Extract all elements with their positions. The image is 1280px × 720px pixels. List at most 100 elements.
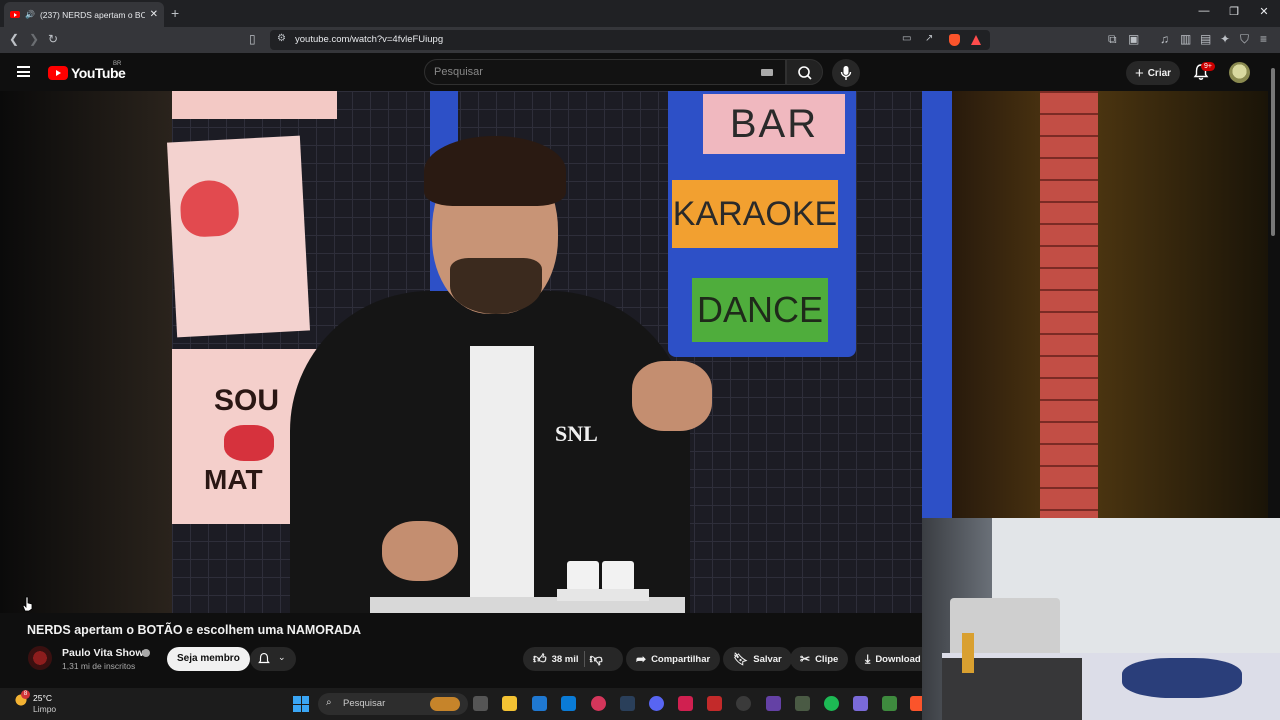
- temperature[interactable]: 25°C: [33, 693, 52, 703]
- browser-tab-active[interactable]: 🔊 (237) NERDS apertam o BOTÃ ✕: [4, 2, 164, 27]
- person-head: [424, 136, 566, 314]
- keyboard-icon[interactable]: [761, 69, 773, 76]
- channel-avatar[interactable]: [28, 646, 52, 670]
- minecraft-icon[interactable]: [882, 696, 897, 711]
- steam-icon[interactable]: [620, 696, 635, 711]
- address-bar[interactable]: ⚙ youtube.com/watch?v=4fvleFUiupg ▭ ↗: [270, 30, 990, 50]
- obs-icon[interactable]: [736, 696, 751, 711]
- brave-rewards-icon[interactable]: [971, 35, 981, 45]
- scrollbar-thumb[interactable]: [1271, 68, 1275, 236]
- save-button[interactable]: 🔖︎ Salvar: [723, 647, 792, 671]
- vpn-icon[interactable]: ⛉: [1240, 32, 1249, 47]
- webcam-overlay: [922, 518, 1280, 720]
- spotify-icon[interactable]: [824, 696, 839, 711]
- heart-character-icon: [179, 179, 240, 238]
- brave-shields-icon[interactable]: [949, 34, 960, 46]
- reload-button[interactable]: ↻: [48, 32, 58, 46]
- opera-icon[interactable]: [591, 696, 606, 711]
- poster-heart: [166, 135, 311, 338]
- poster-text-bottom: MAT: [204, 464, 263, 495]
- taskbar-search[interactable]: ⌕ Pesquisar: [318, 693, 468, 715]
- url-text[interactable]: youtube.com/watch?v=4fvleFUiupg: [295, 34, 443, 45]
- join-button[interactable]: Seja membro: [167, 647, 250, 671]
- site-settings-icon[interactable]: ⚙: [277, 33, 286, 44]
- minimize-button[interactable]: —: [1194, 5, 1214, 17]
- search-icon: [798, 66, 812, 80]
- share-button[interactable]: ➦ Compartilhar: [626, 647, 721, 671]
- like-button[interactable]: 👍︎ 38 mil: [533, 651, 579, 667]
- outlook-icon[interactable]: [532, 696, 547, 711]
- search-input[interactable]: [425, 60, 745, 84]
- app-t-icon[interactable]: [707, 696, 722, 711]
- mail-icon[interactable]: [561, 696, 576, 711]
- app-icon[interactable]: [795, 696, 810, 711]
- youtube-wordmark: YouTube: [71, 65, 126, 81]
- menu-icon[interactable]: ≡: [1260, 32, 1267, 46]
- discord-icon[interactable]: [649, 696, 664, 711]
- cast-icon[interactable]: ▭: [902, 33, 911, 44]
- youtube-logo[interactable]: YouTube BR: [48, 61, 126, 81]
- wallet-icon[interactable]: ▤: [1200, 32, 1211, 46]
- share-page-icon[interactable]: ↗: [925, 33, 933, 44]
- windows-taskbar: 8 25°C Limpo ⌕ Pesquisar: [0, 688, 925, 720]
- sign-board: BAR KARAOKE DANCE: [668, 91, 856, 357]
- leo-ai-icon[interactable]: ✦: [1220, 32, 1230, 46]
- forward-button[interactable]: ❯: [29, 32, 39, 46]
- file-explorer-icon[interactable]: [502, 696, 517, 711]
- download-label: Download: [875, 653, 921, 665]
- save-label: Salvar: [753, 653, 782, 665]
- download-button[interactable]: ⤓ Download: [855, 647, 922, 671]
- audio-playing-icon[interactable]: 🔊: [25, 10, 35, 19]
- karaoke-sign: KARAOKE: [672, 180, 838, 248]
- clip-button[interactable]: ✂ Clipe: [790, 647, 849, 671]
- poster-text-top: SOU: [214, 384, 280, 417]
- create-button[interactable]: + Criar: [1126, 61, 1180, 85]
- person-hand: [632, 361, 712, 431]
- back-button[interactable]: ❮: [9, 32, 19, 46]
- new-tab-button[interactable]: +: [171, 5, 179, 21]
- like-dislike-group: 👍︎ 38 mil 👎︎: [523, 647, 623, 671]
- person-hair: [424, 136, 566, 206]
- bookmark-save-icon: 🔖︎: [733, 652, 749, 666]
- taskbar-search-label: Pesquisar: [343, 698, 386, 709]
- channel-name[interactable]: Paulo Vita Show: [62, 647, 144, 659]
- hearts-icon: [224, 425, 274, 461]
- task-view-icon[interactable]: [473, 696, 488, 711]
- bell-icon: [258, 652, 270, 664]
- microphone-icon: [840, 66, 852, 80]
- thumbs-down-icon: 👎︎: [589, 651, 603, 666]
- left-dark-area: [0, 91, 172, 613]
- dance-sign: DANCE: [692, 278, 828, 342]
- reading-list-icon[interactable]: ▣: [1128, 32, 1139, 46]
- dislike-button[interactable]: 👎︎: [590, 651, 603, 667]
- sidebar-icon[interactable]: ▥: [1180, 32, 1191, 46]
- bookmark-icon[interactable]: ▯: [249, 32, 256, 46]
- share-icon: ➦: [636, 652, 647, 666]
- voice-search-button[interactable]: [832, 59, 860, 87]
- blue-frame-right: [922, 91, 952, 591]
- extensions-icon[interactable]: ⧉: [1108, 32, 1117, 47]
- browser-toolbar: ❮ ❯ ↻ ▯ ⚙ youtube.com/watch?v=4fvleFUiup…: [0, 27, 1280, 53]
- restore-button[interactable]: ❐: [1224, 5, 1244, 18]
- search-highlight-icon: [430, 697, 460, 711]
- search-button[interactable]: [786, 59, 823, 85]
- account-avatar[interactable]: [1229, 62, 1250, 83]
- subscription-notifications-button[interactable]: ⌄: [250, 647, 296, 671]
- subscriber-count: 1,31 mi de inscritos: [62, 661, 136, 671]
- media-icon[interactable]: ♫: [1160, 32, 1169, 46]
- divider: [583, 651, 585, 667]
- chevron-down-icon: ⌄: [278, 652, 286, 662]
- app-purple-icon[interactable]: [853, 696, 868, 711]
- close-tab-icon[interactable]: ✕: [150, 9, 158, 20]
- button-box-right: [602, 561, 634, 591]
- windows-start-icon[interactable]: [293, 696, 309, 712]
- search-box[interactable]: [424, 59, 786, 85]
- person-beard: [450, 258, 542, 314]
- download-icon: ⤓: [865, 651, 871, 666]
- guide-menu-icon[interactable]: [17, 66, 30, 77]
- weather-condition[interactable]: Limpo: [33, 704, 56, 714]
- tiktok-icon[interactable]: [678, 696, 693, 711]
- twitch-icon[interactable]: [766, 696, 781, 711]
- close-window-button[interactable]: ✕: [1254, 5, 1274, 18]
- browser-tab-strip: 🔊 (237) NERDS apertam o BOTÃ ✕ + — ❐ ✕: [0, 0, 1280, 27]
